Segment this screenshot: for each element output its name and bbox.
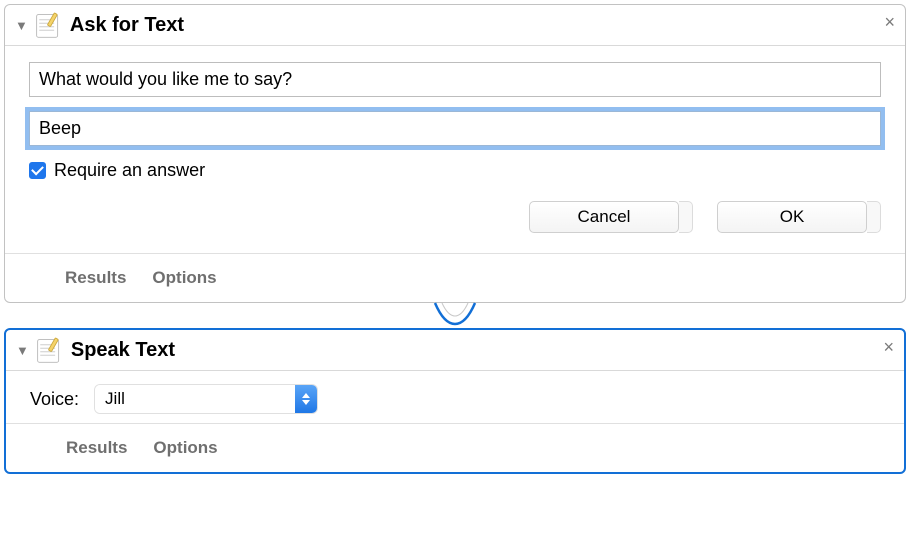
question-input[interactable] bbox=[29, 62, 881, 97]
ok-button-stub[interactable] bbox=[867, 201, 881, 233]
action-footer: Results Options bbox=[5, 254, 905, 302]
ok-button-group: OK bbox=[717, 201, 881, 233]
question-field-row bbox=[29, 62, 881, 97]
results-tab[interactable]: Results bbox=[66, 438, 127, 458]
default-answer-field-row bbox=[29, 111, 881, 146]
cancel-button[interactable]: Cancel bbox=[529, 201, 679, 233]
action-header: ▼ Speak Text × bbox=[6, 330, 904, 370]
ask-for-text-action: ▼ Ask for Text × Require an answer bbox=[4, 4, 906, 303]
voice-label: Voice: bbox=[30, 389, 79, 410]
cancel-button-stub[interactable] bbox=[679, 201, 693, 233]
voice-row: Voice: Jill bbox=[6, 371, 904, 423]
textedit-icon bbox=[34, 11, 62, 39]
ok-button[interactable]: OK bbox=[717, 201, 867, 233]
close-icon[interactable]: × bbox=[884, 13, 895, 31]
options-tab[interactable]: Options bbox=[152, 268, 216, 288]
require-answer-label: Require an answer bbox=[54, 160, 205, 181]
action-header: ▼ Ask for Text × bbox=[5, 5, 905, 45]
default-answer-input[interactable] bbox=[29, 111, 881, 146]
chevron-updown-icon bbox=[295, 385, 317, 413]
results-tab[interactable]: Results bbox=[65, 268, 126, 288]
voice-select-value: Jill bbox=[95, 385, 295, 413]
options-tab[interactable]: Options bbox=[153, 438, 217, 458]
action-title: Ask for Text bbox=[70, 14, 184, 37]
speak-text-action: ▼ Speak Text × Voice: Jill Results bbox=[4, 328, 906, 474]
close-icon[interactable]: × bbox=[883, 338, 894, 356]
dialog-buttons: Cancel OK bbox=[29, 201, 881, 233]
action-title: Speak Text bbox=[71, 339, 175, 362]
disclosure-triangle-icon[interactable]: ▼ bbox=[15, 18, 28, 33]
voice-select[interactable]: Jill bbox=[95, 385, 317, 413]
action-footer: Results Options bbox=[6, 424, 904, 472]
cancel-button-group: Cancel bbox=[529, 201, 693, 233]
textedit-icon bbox=[35, 336, 63, 364]
require-answer-checkbox[interactable] bbox=[29, 162, 46, 179]
action-body: Require an answer Cancel OK bbox=[5, 46, 905, 253]
disclosure-triangle-icon[interactable]: ▼ bbox=[16, 343, 29, 358]
require-answer-row: Require an answer bbox=[29, 160, 881, 181]
